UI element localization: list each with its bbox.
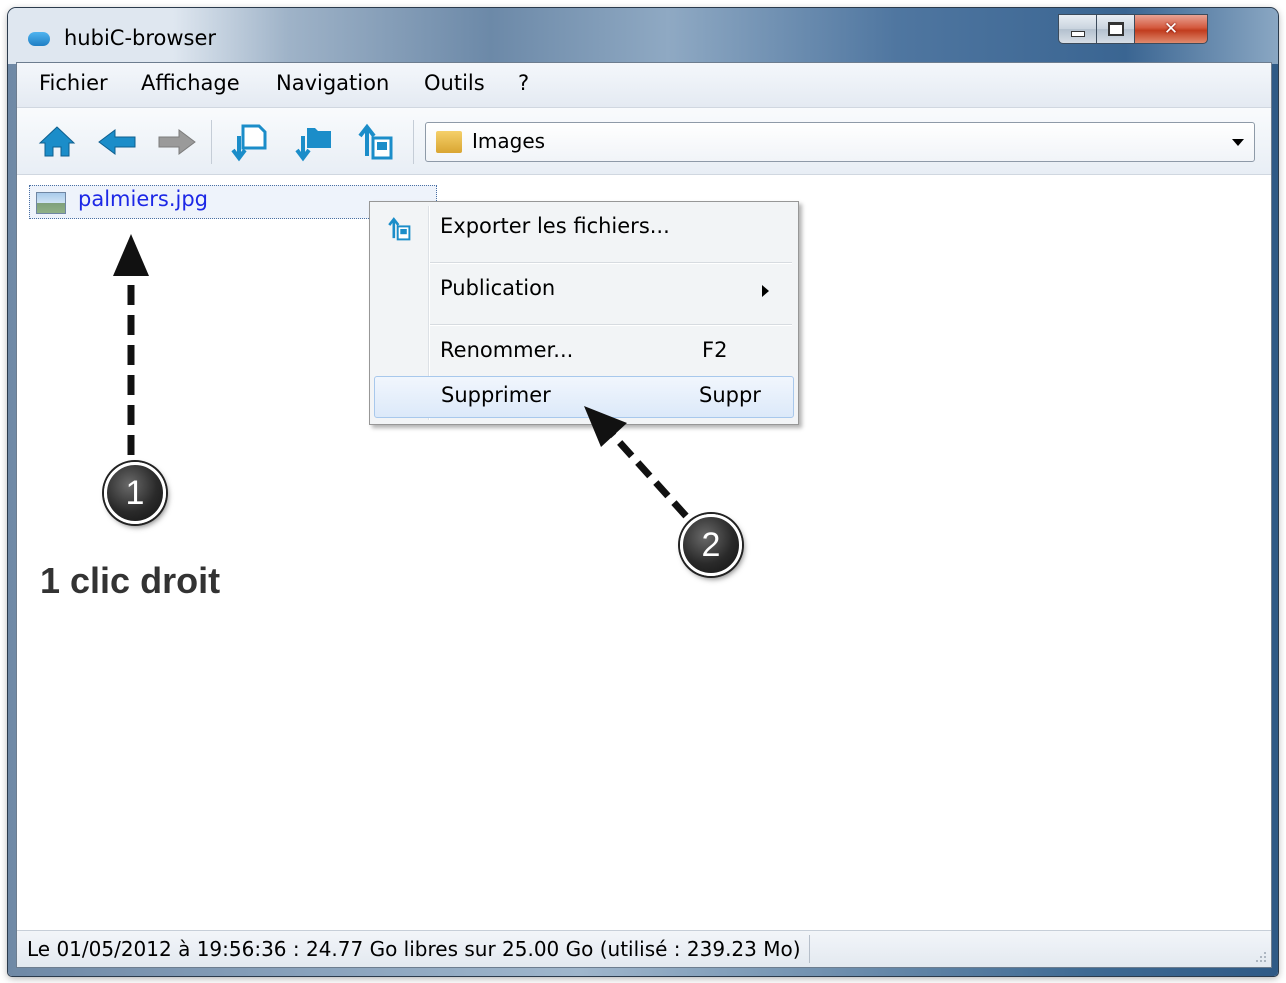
window-title: hubiC-browser: [64, 26, 217, 50]
minimize-button[interactable]: [1058, 14, 1098, 44]
hubic-app-icon: [28, 32, 50, 46]
menu-item-label: Renommer...: [440, 338, 574, 362]
maximize-icon: [1108, 22, 1124, 36]
menu-item-shortcut: F2: [702, 338, 728, 362]
resize-grip-icon[interactable]: [1253, 949, 1267, 963]
menu-item-label: Exporter les fichiers...: [440, 214, 670, 238]
menu-item-delete[interactable]: Supprimer Suppr: [374, 376, 794, 418]
menu-separator: [430, 324, 792, 326]
close-button[interactable]: ✕: [1134, 14, 1208, 44]
menu-item-label: Supprimer: [441, 383, 551, 407]
menu-bar: Fichier Affichage Navigation Outils ?: [17, 63, 1271, 108]
menu-item-shortcut: Suppr: [699, 383, 761, 407]
home-icon[interactable]: [37, 122, 77, 162]
client-area: Fichier Affichage Navigation Outils ? Im…: [16, 62, 1272, 968]
path-combo-value: Images: [472, 129, 546, 153]
menu-item-export[interactable]: Exporter les fichiers...: [374, 208, 794, 248]
forward-arrow-icon[interactable]: [157, 122, 197, 162]
maximize-button[interactable]: [1096, 14, 1136, 44]
status-bar: Le 01/05/2012 à 19:56:36 : 24.77 Go libr…: [17, 930, 1271, 967]
status-text: Le 01/05/2012 à 19:56:36 : 24.77 Go libr…: [27, 937, 801, 961]
submenu-arrow-icon: [762, 285, 769, 297]
download-file-icon[interactable]: [229, 122, 269, 162]
annotation-badge-1: 1: [104, 462, 166, 524]
menu-navigation[interactable]: Navigation: [276, 71, 389, 95]
title-bar[interactable]: hubiC-browser ✕: [8, 8, 1278, 64]
status-separator: [809, 935, 810, 963]
export-icon[interactable]: [355, 122, 395, 162]
menu-fichier[interactable]: Fichier: [39, 71, 108, 95]
menu-help[interactable]: ?: [518, 71, 529, 95]
menu-affichage[interactable]: Affichage: [141, 71, 240, 95]
chevron-down-icon[interactable]: [1232, 139, 1244, 146]
menu-outils[interactable]: Outils: [424, 71, 485, 95]
image-file-icon: [36, 192, 66, 214]
annotation-caption: 1 clic droit: [40, 560, 221, 601]
menu-separator: [430, 262, 792, 264]
context-menu: Exporter les fichiers... Publication Ren…: [369, 201, 799, 425]
back-arrow-icon[interactable]: [97, 122, 137, 162]
folder-icon: [436, 131, 462, 153]
file-name: palmiers.jpg: [78, 187, 208, 211]
download-folder-icon[interactable]: [293, 122, 333, 162]
toolbar-separator: [413, 120, 414, 164]
toolbar-separator: [211, 120, 212, 164]
menu-item-publication[interactable]: Publication: [374, 270, 794, 310]
menu-item-rename[interactable]: Renommer... F2: [374, 332, 794, 372]
minimize-icon: [1071, 31, 1085, 37]
annotation-badge-2: 2: [680, 514, 742, 576]
menu-item-label: Publication: [440, 276, 556, 300]
path-combo-box[interactable]: Images: [425, 122, 1255, 162]
close-icon: ✕: [1163, 19, 1179, 39]
toolbar: Images: [17, 108, 1271, 175]
export-icon: [388, 217, 411, 241]
